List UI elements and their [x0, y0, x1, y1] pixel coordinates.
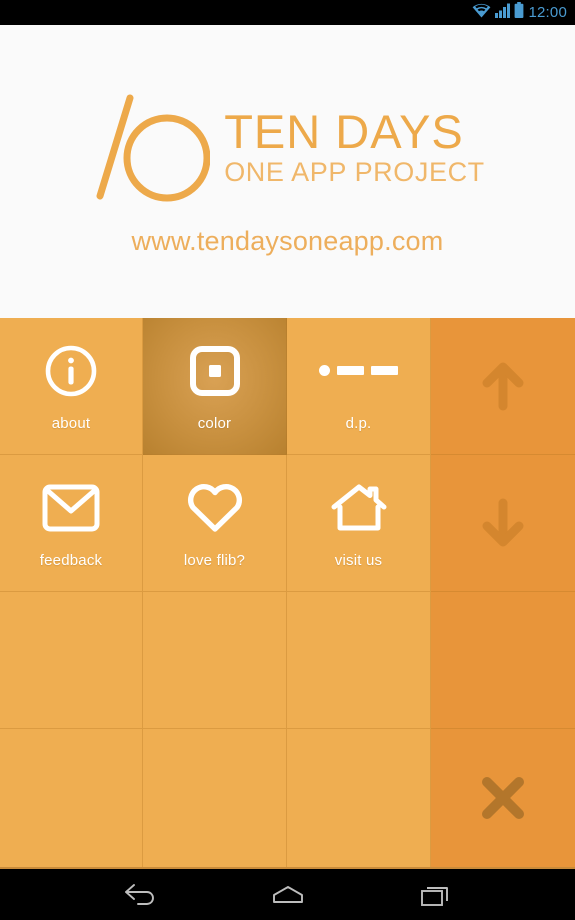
- tile-empty: [143, 592, 287, 729]
- rail-scroll-up[interactable]: [431, 318, 575, 455]
- rail-scroll-down[interactable]: [431, 455, 575, 592]
- status-bar: 12:00: [0, 0, 575, 25]
- home-icon[interactable]: [260, 874, 316, 916]
- recents-icon[interactable]: [408, 874, 464, 916]
- tile-empty: [143, 729, 287, 867]
- battery-icon: [514, 2, 524, 23]
- tile-label: visit us: [334, 551, 383, 569]
- status-time: 12:00: [528, 4, 567, 21]
- house-icon: [330, 479, 388, 537]
- tile-about[interactable]: about: [0, 318, 143, 455]
- rail-close-button[interactable]: [431, 729, 575, 867]
- ten-days-logo-icon: [90, 92, 211, 204]
- arrow-down-icon: [471, 491, 535, 555]
- logo-title: TEN DAYS: [224, 104, 464, 158]
- close-icon: [471, 766, 535, 830]
- logo-subtitle: ONE APP PROJECT: [224, 157, 485, 188]
- tile-love-flib[interactable]: love flib?: [143, 455, 287, 592]
- android-nav-bar: [0, 867, 575, 920]
- info-icon: [42, 342, 100, 400]
- tile-empty: [0, 729, 143, 867]
- rail-empty: [431, 592, 575, 729]
- tile-empty: [287, 729, 431, 867]
- tile-dp[interactable]: d.p.: [287, 318, 431, 455]
- tile-visit-us[interactable]: visit us: [287, 455, 431, 592]
- logo-url: www.tendaysoneapp.com: [131, 226, 444, 256]
- device-screen: 12:00 TEN DAYS ONE APP PROJECT www.tenda…: [0, 0, 575, 920]
- logo-lockup: TEN DAYS ONE APP PROJECT: [90, 92, 485, 204]
- tile-label: color: [197, 414, 232, 432]
- square-icon: [186, 342, 244, 400]
- tile-label: d.p.: [345, 414, 372, 432]
- tile-color[interactable]: color: [143, 318, 287, 455]
- heart-icon: [186, 479, 244, 537]
- tile-label: love flib?: [183, 551, 246, 569]
- back-icon[interactable]: [112, 874, 168, 916]
- tile-empty: [287, 592, 431, 729]
- tile-grid: about color d.p. feedback love flib? vis…: [0, 318, 575, 867]
- tile-label: feedback: [39, 551, 103, 569]
- envelope-icon: [42, 479, 100, 537]
- tile-label: about: [51, 414, 91, 432]
- tile-empty: [0, 592, 143, 729]
- signal-icon: [495, 3, 511, 23]
- dot-dash-icon: [319, 342, 398, 400]
- wifi-icon: [472, 3, 491, 23]
- logo-wordmark: TEN DAYS ONE APP PROJECT: [224, 104, 485, 189]
- tile-feedback[interactable]: feedback: [0, 455, 143, 592]
- arrow-up-icon: [471, 354, 535, 418]
- logo-header: TEN DAYS ONE APP PROJECT www.tendaysonea…: [0, 25, 575, 318]
